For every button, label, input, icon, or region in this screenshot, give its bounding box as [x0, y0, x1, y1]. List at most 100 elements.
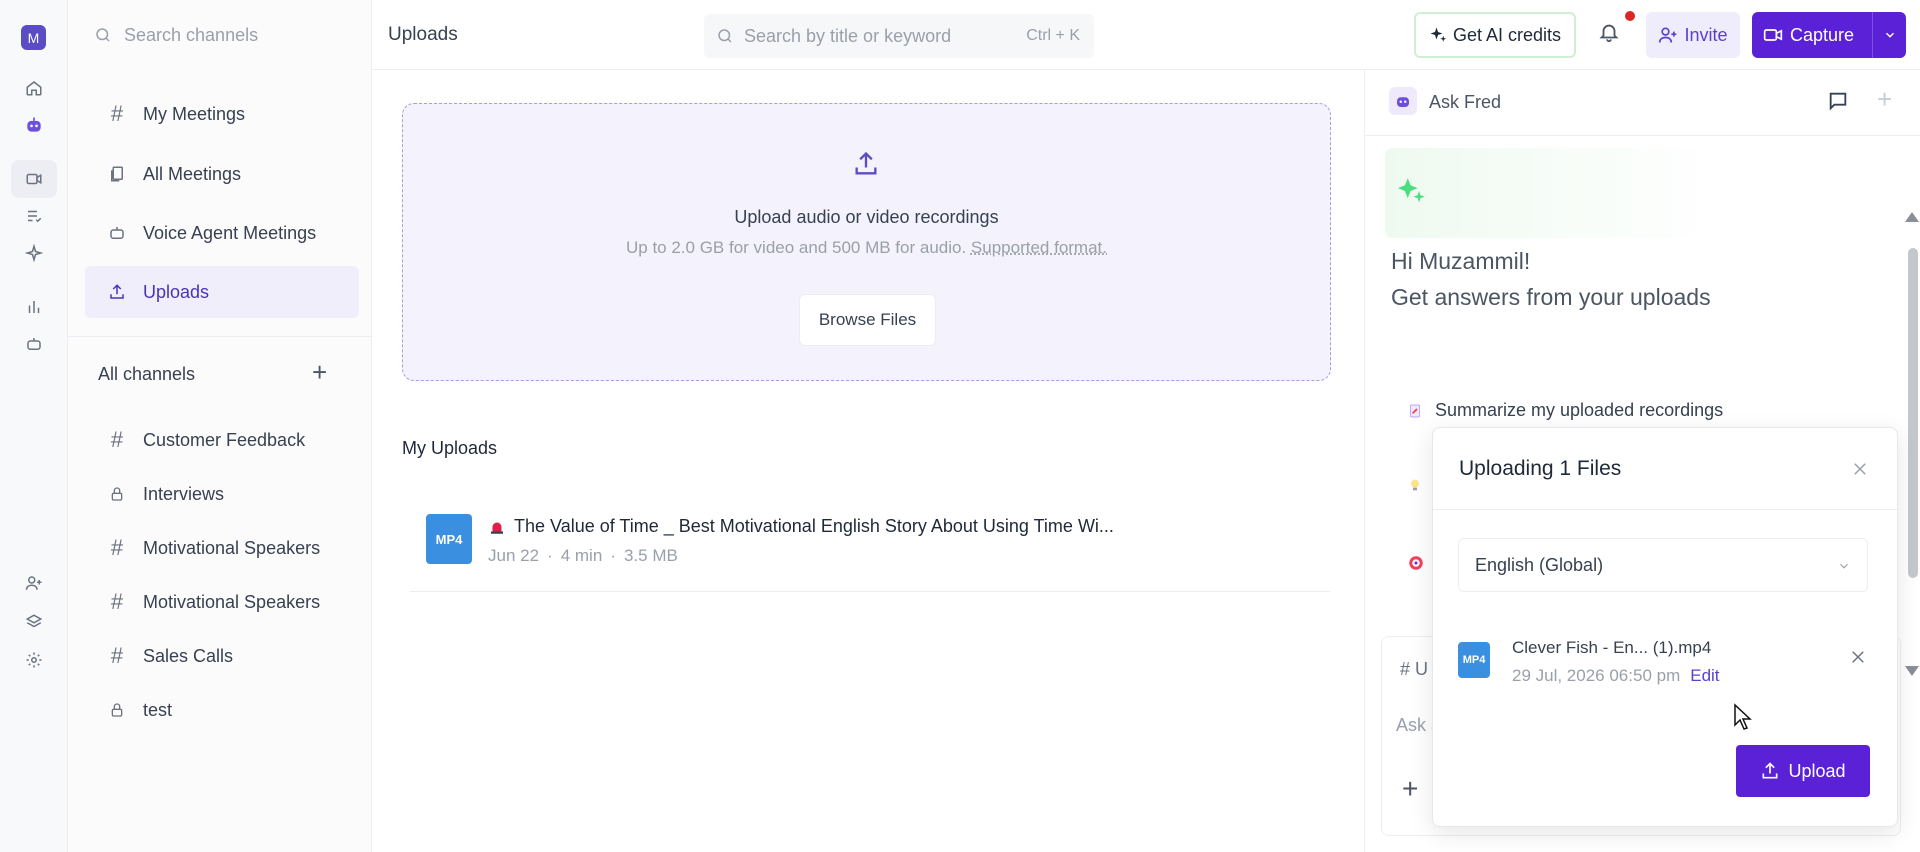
sparkle-icon[interactable] [11, 234, 57, 272]
scroll-down-arrow[interactable] [1905, 666, 1919, 676]
channel-search[interactable]: Search channels [68, 0, 372, 70]
channel-item[interactable]: # Sales Calls [85, 630, 359, 682]
hash-icon: # [110, 101, 124, 126]
browse-files-button[interactable]: Browse Files [799, 294, 936, 346]
notifications-bell-icon[interactable] [1598, 20, 1620, 44]
meta-separator: · [610, 546, 616, 565]
channel-item[interactable]: # Motivational Speakers [85, 522, 359, 574]
channel-item[interactable]: test [85, 684, 359, 736]
layers-icon[interactable] [11, 603, 57, 641]
channel-item-label: Motivational Speakers [143, 537, 321, 558]
channel-scope[interactable]: # U [1400, 659, 1428, 680]
workspace-avatar[interactable]: M [21, 25, 46, 50]
assistant-scrollbar[interactable] [1901, 140, 1920, 676]
video-icon[interactable] [11, 160, 57, 198]
language-value: English (Global) [1475, 554, 1604, 575]
meta-separator: · [547, 546, 553, 565]
suggestion-summarize[interactable]: Summarize my uploaded recordings [1407, 400, 1723, 421]
home-icon[interactable] [11, 69, 57, 107]
channel-item-label: Interviews [143, 483, 225, 504]
get-ai-credits-button[interactable]: Get AI credits [1414, 12, 1576, 58]
upload-icon [1762, 762, 1778, 779]
upload-title-text: The Value of Time _ Best Motivational En… [514, 516, 1114, 536]
left-rail: M [0, 0, 68, 852]
suggestion-label: Summarize my uploaded recordings [1435, 400, 1724, 420]
attach-plus-icon[interactable]: + [1402, 773, 1418, 805]
mouse-cursor-icon [1733, 703, 1753, 731]
global-search-input[interactable]: Search by title or keyword Ctrl + K [704, 14, 1094, 58]
upload-title[interactable]: The Value of Time _ Best Motivational En… [488, 516, 1114, 537]
analytics-icon[interactable] [11, 288, 57, 326]
sparkle-icon [1395, 174, 1429, 208]
add-channel-icon[interactable]: + [312, 359, 327, 385]
my-uploads-heading: My Uploads [402, 438, 498, 458]
channel-item[interactable]: # Motivational Speakers [85, 576, 359, 628]
language-select[interactable]: English (Global) [1458, 538, 1868, 592]
notification-badge [1625, 11, 1635, 21]
sidebar-item-label: Uploads [143, 281, 210, 302]
sidebar-item-label: All Meetings [143, 163, 242, 184]
capture-button[interactable]: Capture [1752, 12, 1906, 58]
chat-history-icon[interactable] [1827, 90, 1849, 112]
upload-button[interactable]: Upload [1736, 745, 1870, 797]
capture-main[interactable]: Capture [1752, 12, 1872, 58]
channel-item[interactable]: # Customer Feedback [85, 414, 359, 466]
remove-file-close-icon[interactable] [1849, 648, 1867, 666]
pending-file-meta: 29 Jul, 2026 06:50 pm Edit [1512, 666, 1720, 686]
fred-bot-icon[interactable] [11, 106, 57, 144]
upload-meta: Jun 22 · 4 min · 3.5 MB [488, 546, 678, 566]
upload-list-item[interactable]: MP4 The Value of Time _ Best Motivationa… [410, 490, 1330, 592]
supported-format-link[interactable]: Supported format. [971, 238, 1107, 257]
channel-item-label: test [143, 699, 173, 720]
upload-size: 3.5 MB [623, 546, 678, 565]
dropzone-subtitle: Up to 2.0 GB for video and 500 MB for au… [403, 238, 1330, 258]
chevron-down-icon [1837, 559, 1851, 573]
voice-agent-icon[interactable] [11, 325, 57, 363]
invite-button[interactable]: Invite [1646, 12, 1740, 58]
scroll-thumb[interactable] [1908, 248, 1918, 578]
close-icon[interactable] [1851, 460, 1869, 478]
ask-fred-header: Ask Fred + [1365, 70, 1920, 136]
upload-dropzone[interactable]: Upload audio or video recordings Up to 2… [402, 103, 1331, 381]
fred-bot-icon [1389, 87, 1417, 115]
sidebar-item-voice-agent-meetings[interactable]: Voice Agent Meetings [85, 207, 359, 259]
new-chat-icon[interactable]: + [1877, 84, 1892, 115]
pending-file-name: Clever Fish - En... (1).mp4 [1512, 638, 1712, 657]
upload-icon [107, 282, 127, 302]
pending-file-item: MP4 Clever Fish - En... (1).mp4 29 Jul, … [1458, 632, 1878, 692]
search-icon [96, 28, 110, 42]
channels-section-title: All channels [98, 364, 196, 384]
ai-credits-label: Get AI credits [1452, 24, 1562, 45]
upload-date: Jun 22 [488, 546, 540, 565]
upload-duration: 4 min [560, 546, 603, 565]
sidebar-item-all-meetings[interactable]: All Meetings [85, 148, 359, 200]
tasks-icon[interactable] [11, 197, 57, 235]
mp4-file-icon: MP4 [1458, 642, 1490, 678]
dialog-header: Uploading 1 Files [1433, 428, 1897, 510]
settings-icon[interactable] [11, 641, 57, 679]
hash-icon: # [110, 535, 124, 560]
lock-icon [107, 700, 127, 720]
lightbulb-icon [1407, 476, 1423, 494]
meetings-icon [107, 164, 127, 184]
bot-icon [107, 223, 127, 243]
assistant-greeting: Hi Muzammil! [1391, 248, 1531, 274]
mp4-file-icon: MP4 [426, 514, 472, 564]
sidebar-item-uploads[interactable]: Uploads [85, 266, 359, 318]
target-icon [1407, 554, 1425, 572]
capture-dropdown-chevron-down-icon[interactable] [1872, 12, 1906, 58]
upload-icon [852, 150, 880, 178]
sidebar-item-my-meetings[interactable]: # My Meetings [85, 88, 359, 140]
capture-label: Capture [1790, 24, 1855, 45]
upload-button-label: Upload [1788, 760, 1846, 781]
page-title: Uploads [388, 24, 458, 45]
channel-item[interactable]: Interviews [85, 468, 359, 520]
channel-item-label: Customer Feedback [143, 429, 306, 450]
document-icon [1407, 402, 1423, 420]
scroll-up-arrow[interactable] [1905, 212, 1919, 222]
sidebar-divider [68, 336, 372, 337]
edit-timestamp-link[interactable]: Edit [1690, 666, 1719, 686]
invite-label: Invite [1684, 24, 1728, 45]
sparkle-icon [1430, 27, 1447, 42]
add-user-icon[interactable] [11, 564, 57, 602]
